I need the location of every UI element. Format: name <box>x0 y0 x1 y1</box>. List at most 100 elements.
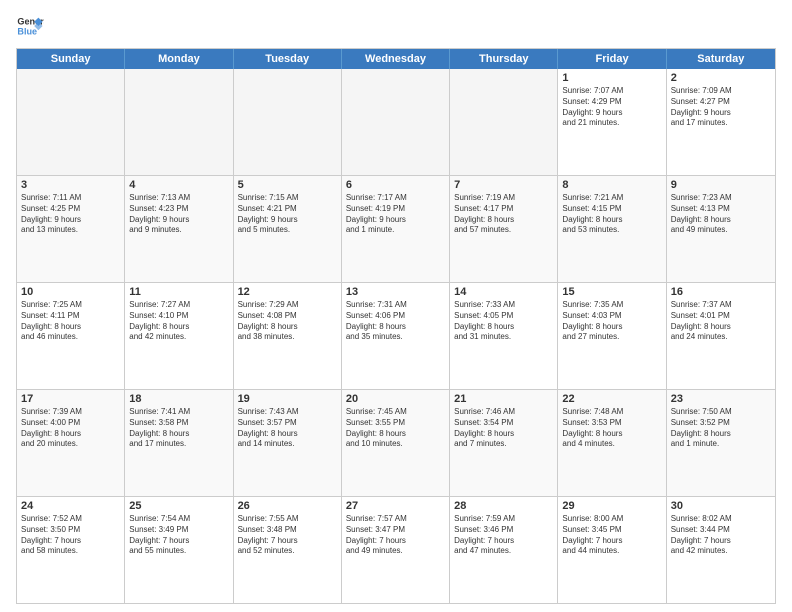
day-info: Sunrise: 8:00 AM Sunset: 3:45 PM Dayligh… <box>562 514 661 557</box>
day-cell-10: 10Sunrise: 7:25 AM Sunset: 4:11 PM Dayli… <box>17 283 125 389</box>
day-info: Sunrise: 7:27 AM Sunset: 4:10 PM Dayligh… <box>129 300 228 343</box>
day-number: 20 <box>346 393 445 405</box>
day-cell-11: 11 Sunrise: 7:27 AM Sunset: 4:10 PM Dayli… <box>125 283 233 389</box>
day-info: Sunrise: 7:15 AM Sunset: 4:21 PM Dayligh… <box>238 193 337 236</box>
day-info: Sunrise: 7:29 AM Sunset: 4:08 PM Dayligh… <box>238 300 337 343</box>
day-info: Sunrise: 7:35 AM Sunset: 4:03 PM Dayligh… <box>562 300 661 343</box>
day-number: 13 <box>346 286 445 298</box>
day-info: Sunrise: 7:25 AM Sunset: 4:11 PM Dayligh… <box>21 300 120 343</box>
day-number: 12 <box>238 286 337 298</box>
day-number: 7 <box>454 179 553 191</box>
day-info: Sunrise: 7:07 AM Sunset: 4:29 PM Dayligh… <box>562 86 661 129</box>
day-info: Sunrise: 7:54 AM Sunset: 3:49 PM Dayligh… <box>129 514 228 557</box>
empty-cell <box>234 69 342 175</box>
calendar-row-3: 10Sunrise: 7:25 AM Sunset: 4:11 PM Dayli… <box>17 283 775 390</box>
day-info: Sunrise: 7:21 AM Sunset: 4:15 PM Dayligh… <box>562 193 661 236</box>
day-number: 27 <box>346 500 445 512</box>
day-cell-29: 29 Sunrise: 8:00 AM Sunset: 3:45 PM Dayli… <box>558 497 666 603</box>
day-info: Sunrise: 7:57 AM Sunset: 3:47 PM Dayligh… <box>346 514 445 557</box>
day-info: Sunrise: 7:39 AM Sunset: 4:00 PM Dayligh… <box>21 407 120 450</box>
day-cell-5: 5 Sunrise: 7:15 AM Sunset: 4:21 PM Daylig… <box>234 176 342 282</box>
day-number: 23 <box>671 393 771 405</box>
day-info: Sunrise: 7:48 AM Sunset: 3:53 PM Dayligh… <box>562 407 661 450</box>
header: General Blue <box>16 12 776 40</box>
day-info: Sunrise: 7:09 AM Sunset: 4:27 PM Dayligh… <box>671 86 771 129</box>
day-number: 5 <box>238 179 337 191</box>
day-number: 21 <box>454 393 553 405</box>
day-info: Sunrise: 7:37 AM Sunset: 4:01 PM Dayligh… <box>671 300 771 343</box>
svg-text:Blue: Blue <box>17 26 37 36</box>
weekday-header-monday: Monday <box>125 49 233 69</box>
day-number: 22 <box>562 393 661 405</box>
day-info: Sunrise: 7:46 AM Sunset: 3:54 PM Dayligh… <box>454 407 553 450</box>
day-cell-15: 15 Sunrise: 7:35 AM Sunset: 4:03 PM Dayli… <box>558 283 666 389</box>
calendar-row-5: 24 Sunrise: 7:52 AM Sunset: 3:50 PM Dayli… <box>17 497 775 603</box>
day-cell-13: 13Sunrise: 7:31 AM Sunset: 4:06 PM Dayli… <box>342 283 450 389</box>
day-cell-21: 21 Sunrise: 7:46 AM Sunset: 3:54 PM Dayli… <box>450 390 558 496</box>
day-number: 25 <box>129 500 228 512</box>
day-cell-18: 18Sunrise: 7:41 AM Sunset: 3:58 PM Dayli… <box>125 390 233 496</box>
empty-cell <box>17 69 125 175</box>
day-info: Sunrise: 7:13 AM Sunset: 4:23 PM Dayligh… <box>129 193 228 236</box>
day-number: 3 <box>21 179 120 191</box>
generalblue-logo-icon: General Blue <box>16 12 44 40</box>
day-info: Sunrise: 8:02 AM Sunset: 3:44 PM Dayligh… <box>671 514 771 557</box>
day-info: Sunrise: 7:43 AM Sunset: 3:57 PM Dayligh… <box>238 407 337 450</box>
empty-cell <box>450 69 558 175</box>
day-number: 15 <box>562 286 661 298</box>
day-info: Sunrise: 7:50 AM Sunset: 3:52 PM Dayligh… <box>671 407 771 450</box>
day-number: 26 <box>238 500 337 512</box>
day-cell-8: 8Sunrise: 7:21 AM Sunset: 4:15 PM Daylig… <box>558 176 666 282</box>
day-info: Sunrise: 7:19 AM Sunset: 4:17 PM Dayligh… <box>454 193 553 236</box>
day-number: 16 <box>671 286 771 298</box>
day-cell-26: 26 Sunrise: 7:55 AM Sunset: 3:48 PM Dayli… <box>234 497 342 603</box>
day-cell-30: 30 Sunrise: 8:02 AM Sunset: 3:44 PM Dayli… <box>667 497 775 603</box>
empty-cell <box>125 69 233 175</box>
day-number: 24 <box>21 500 120 512</box>
day-number: 6 <box>346 179 445 191</box>
calendar-row-2: 3Sunrise: 7:11 AM Sunset: 4:25 PM Daylig… <box>17 176 775 283</box>
day-cell-16: 16 Sunrise: 7:37 AM Sunset: 4:01 PM Dayli… <box>667 283 775 389</box>
logo: General Blue <box>16 12 44 40</box>
day-cell-12: 12 Sunrise: 7:29 AM Sunset: 4:08 PM Dayli… <box>234 283 342 389</box>
day-number: 2 <box>671 72 771 84</box>
day-number: 29 <box>562 500 661 512</box>
day-number: 11 <box>129 286 228 298</box>
day-cell-6: 6 Sunrise: 7:17 AM Sunset: 4:19 PM Daylig… <box>342 176 450 282</box>
weekday-header-sunday: Sunday <box>17 49 125 69</box>
day-number: 4 <box>129 179 228 191</box>
day-number: 17 <box>21 393 120 405</box>
day-info: Sunrise: 7:45 AM Sunset: 3:55 PM Dayligh… <box>346 407 445 450</box>
day-cell-28: 28 Sunrise: 7:59 AM Sunset: 3:46 PM Dayli… <box>450 497 558 603</box>
day-info: Sunrise: 7:41 AM Sunset: 3:58 PM Dayligh… <box>129 407 228 450</box>
day-info: Sunrise: 7:17 AM Sunset: 4:19 PM Dayligh… <box>346 193 445 236</box>
day-number: 14 <box>454 286 553 298</box>
calendar-row-1: 1 Sunrise: 7:07 AM Sunset: 4:29 PM Daylig… <box>17 69 775 176</box>
day-number: 19 <box>238 393 337 405</box>
weekday-header-saturday: Saturday <box>667 49 775 69</box>
day-info: Sunrise: 7:23 AM Sunset: 4:13 PM Dayligh… <box>671 193 771 236</box>
day-cell-17: 17 Sunrise: 7:39 AM Sunset: 4:00 PM Dayli… <box>17 390 125 496</box>
weekday-header-friday: Friday <box>558 49 666 69</box>
weekday-header-tuesday: Tuesday <box>234 49 342 69</box>
weekday-header-thursday: Thursday <box>450 49 558 69</box>
day-cell-2: 2 Sunrise: 7:09 AM Sunset: 4:27 PM Daylig… <box>667 69 775 175</box>
day-number: 1 <box>562 72 661 84</box>
empty-cell <box>342 69 450 175</box>
day-cell-22: 22 Sunrise: 7:48 AM Sunset: 3:53 PM Dayli… <box>558 390 666 496</box>
day-number: 30 <box>671 500 771 512</box>
day-number: 9 <box>671 179 771 191</box>
day-number: 28 <box>454 500 553 512</box>
weekday-header-wednesday: Wednesday <box>342 49 450 69</box>
day-cell-23: 23 Sunrise: 7:50 AM Sunset: 3:52 PM Dayli… <box>667 390 775 496</box>
day-info: Sunrise: 7:33 AM Sunset: 4:05 PM Dayligh… <box>454 300 553 343</box>
day-cell-19: 19 Sunrise: 7:43 AM Sunset: 3:57 PM Dayli… <box>234 390 342 496</box>
day-cell-20: 20 Sunrise: 7:45 AM Sunset: 3:55 PM Dayli… <box>342 390 450 496</box>
day-cell-25: 25 Sunrise: 7:54 AM Sunset: 3:49 PM Dayli… <box>125 497 233 603</box>
day-info: Sunrise: 7:52 AM Sunset: 3:50 PM Dayligh… <box>21 514 120 557</box>
calendar-header: SundayMondayTuesdayWednesdayThursdayFrid… <box>17 49 775 69</box>
day-cell-7: 7 Sunrise: 7:19 AM Sunset: 4:17 PM Daylig… <box>450 176 558 282</box>
day-info: Sunrise: 7:59 AM Sunset: 3:46 PM Dayligh… <box>454 514 553 557</box>
day-cell-27: 27 Sunrise: 7:57 AM Sunset: 3:47 PM Dayli… <box>342 497 450 603</box>
day-info: Sunrise: 7:55 AM Sunset: 3:48 PM Dayligh… <box>238 514 337 557</box>
